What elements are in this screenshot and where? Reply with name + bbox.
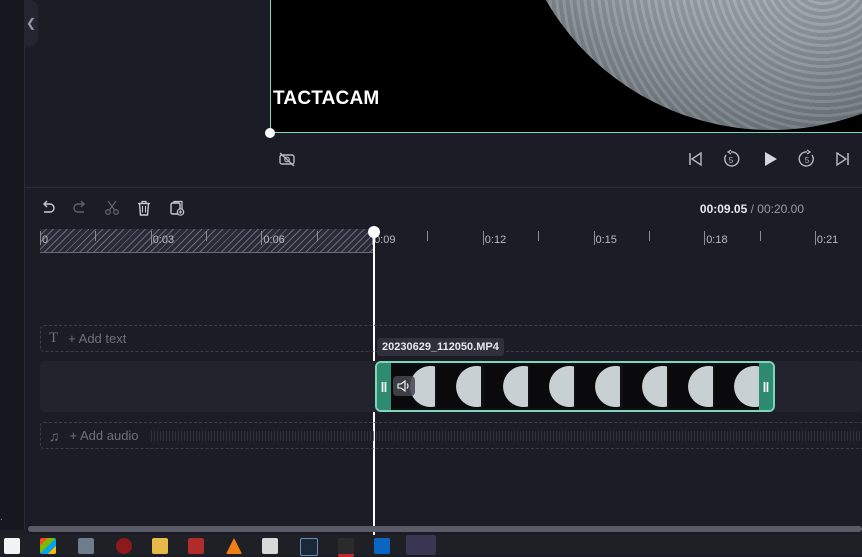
- skip-back-icon[interactable]: [684, 148, 706, 170]
- undo-icon[interactable]: [38, 198, 58, 218]
- left-side-panel: [0, 0, 25, 530]
- ruler-minor-tick: [95, 231, 97, 241]
- ruler-major-tick: [593, 231, 595, 245]
- ruler-major-tick: [261, 231, 263, 245]
- trash-icon[interactable]: [134, 198, 154, 218]
- ruler-minor-tick: [427, 231, 429, 241]
- clip-thumbnail: [529, 365, 574, 408]
- utility-app-icon[interactable]: [262, 538, 278, 554]
- video-preview[interactable]: TACTACAM: [270, 0, 862, 133]
- recorder-app-icon[interactable]: [338, 538, 354, 557]
- forward-5-icon[interactable]: 5: [796, 148, 818, 170]
- ruler-tick-label: 0:21: [816, 234, 839, 246]
- timeline-horizontal-scrollbar[interactable]: [28, 526, 862, 532]
- text-icon: T: [49, 330, 59, 346]
- ruler-major-tick: [704, 231, 706, 245]
- ruler-tick-label: 0:15: [595, 234, 617, 246]
- clip-thumbnail: [668, 365, 713, 408]
- clip-thumbnail: [576, 365, 621, 408]
- ruler-major-tick: [150, 231, 152, 245]
- audio-track[interactable]: ♫ + Add audio: [40, 422, 862, 449]
- ruler-minor-tick: [648, 231, 650, 241]
- play-icon[interactable]: [759, 148, 781, 170]
- clip-trim-handle-right[interactable]: ‖: [759, 363, 773, 410]
- ruler-minor-tick: [538, 231, 540, 241]
- current-time: 00:09.05: [699, 202, 748, 216]
- clip-thumbnail: [437, 365, 482, 408]
- clip-thumbnail: [622, 365, 667, 408]
- red-app-icon[interactable]: [116, 538, 132, 554]
- vlc-app-icon[interactable]: [226, 538, 242, 554]
- ruler-tick-label: 0:03: [152, 234, 175, 246]
- clip-thumbnail: [483, 365, 528, 408]
- clip-trim-handle-left[interactable]: ‖: [377, 363, 391, 410]
- text-track-label-group: T + Add text: [49, 330, 126, 347]
- ruler-tick-label: 0:18: [706, 234, 728, 246]
- preview-watermark: TACTACAM: [273, 88, 380, 109]
- amazon-app-icon[interactable]: [4, 538, 20, 554]
- chevron-left-icon: ❮: [25, 16, 37, 30]
- timeline-toolbar: 00:09.05 / 00:20.00: [24, 188, 862, 228]
- music-note-icon: ♫: [49, 427, 60, 444]
- ruler-tick-label: 0:06: [263, 234, 285, 246]
- ruler-major-tick: [814, 231, 816, 245]
- scissors-icon[interactable]: [102, 198, 122, 218]
- windows-taskbar: [0, 535, 862, 557]
- svg-text:5: 5: [729, 156, 734, 165]
- volume-icon[interactable]: [393, 376, 415, 396]
- ruler-minor-tick: [206, 231, 208, 241]
- rail-dot-icon: .: [0, 512, 3, 523]
- ruler-minor-tick: [759, 231, 761, 241]
- total-time: / 00:20.00: [750, 202, 804, 216]
- add-audio-label: + Add audio: [69, 428, 139, 443]
- playhead-handle[interactable]: [368, 226, 380, 238]
- rewind-5-icon[interactable]: 5: [720, 148, 742, 170]
- game-app-icon[interactable]: [188, 538, 204, 554]
- outlook-app-icon[interactable]: [374, 538, 390, 554]
- duplicate-add-icon[interactable]: [167, 198, 187, 218]
- clip-name-tooltip: 20230629_112050.MP4: [377, 338, 504, 356]
- collapse-panel-button[interactable]: ❮: [24, 0, 38, 46]
- audio-waveform-placeholder: [151, 431, 862, 441]
- clipchamp-app-icon[interactable]: [406, 535, 436, 555]
- svg-text:5: 5: [805, 156, 810, 165]
- ruler-major-tick: [40, 231, 41, 245]
- folder-app-icon[interactable]: [152, 538, 168, 554]
- timeline-ruler[interactable]: 0 0:03 0:06 0:09 0:12 0:15 0:18 0:21: [40, 229, 862, 253]
- preview-frame-image: [511, 0, 862, 130]
- steam-app-icon[interactable]: [300, 538, 318, 556]
- ruler-tick-label: 0: [42, 234, 49, 246]
- ruler-minor-tick: [316, 231, 318, 241]
- skip-forward-icon[interactable]: [832, 148, 854, 170]
- timecode-display: 00:09.05 / 00:20.00: [700, 202, 804, 216]
- ruler-tick-label: 0:12: [484, 234, 507, 246]
- store-app-icon[interactable]: [40, 538, 56, 554]
- no-camera-icon[interactable]: [276, 148, 298, 170]
- ruler-major-tick: [482, 231, 484, 245]
- video-clip[interactable]: ‖ ‖: [375, 361, 775, 412]
- player-controls: 5 5: [270, 144, 862, 174]
- preview-resize-handle[interactable]: [265, 128, 275, 138]
- add-text-label: + Add text: [68, 331, 127, 346]
- calculator-app-icon[interactable]: [78, 538, 94, 554]
- audio-track-label-group: ♫ + Add audio: [49, 428, 139, 444]
- clip-thumbnail: [715, 365, 760, 408]
- redo-icon[interactable]: [70, 198, 90, 218]
